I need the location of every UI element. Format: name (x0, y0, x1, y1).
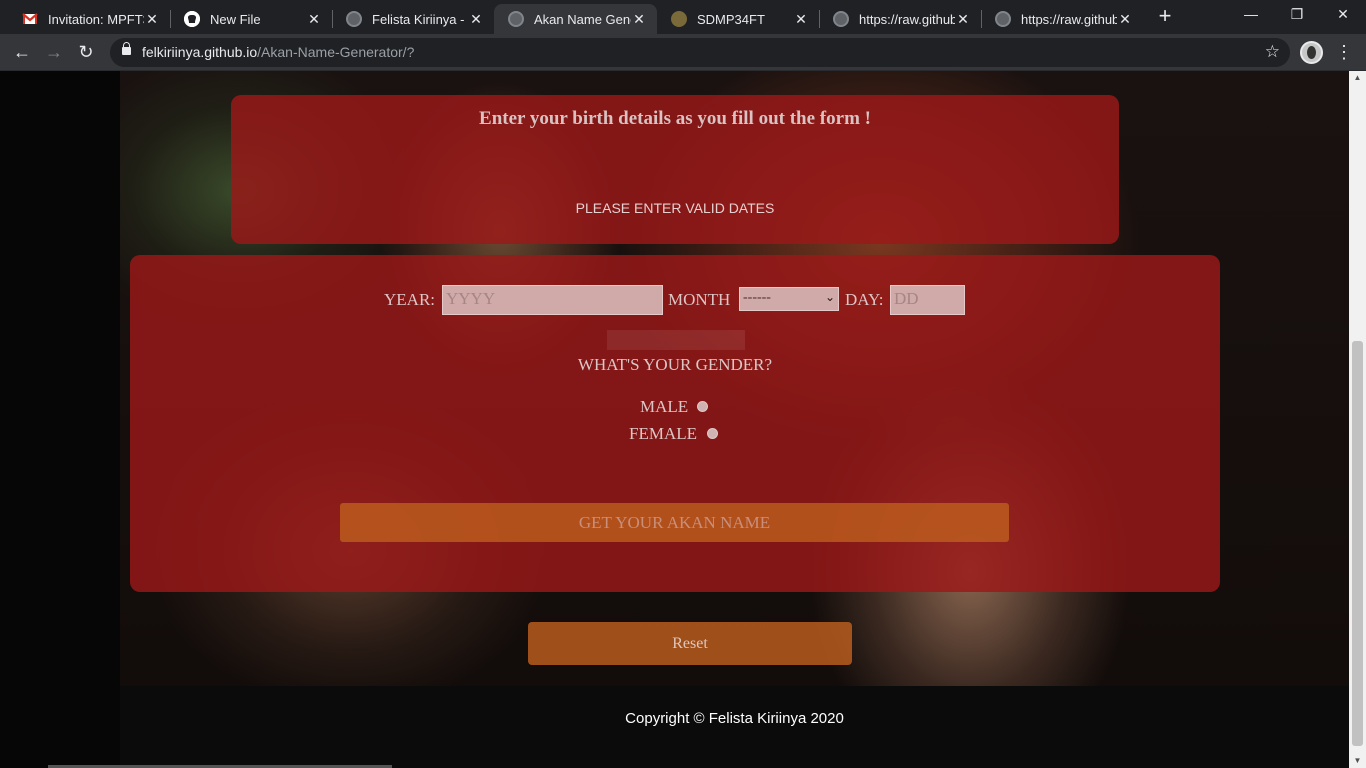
male-radio[interactable] (697, 401, 708, 412)
bookmark-star-icon[interactable]: ☆ (1265, 42, 1280, 62)
close-tab-icon[interactable]: ✕ (631, 11, 647, 28)
tab-title: Invitation: MPFT34 (48, 11, 144, 27)
site-icon (671, 11, 687, 27)
forward-icon[interactable]: → (42, 40, 66, 64)
page-viewport: Enter your birth details as you fill out… (0, 71, 1349, 768)
close-tab-icon[interactable]: ✕ (306, 11, 322, 28)
day-input[interactable]: DD (890, 285, 965, 315)
tab-github[interactable]: New File ✕ (170, 4, 332, 34)
back-icon[interactable]: ← (10, 40, 34, 64)
reload-icon[interactable]: ↻ (74, 40, 98, 64)
profile-avatar[interactable] (1300, 41, 1323, 64)
new-tab-icon[interactable]: + (1154, 5, 1176, 28)
url-text: felkiriinya.github.io/Akan-Name-Generato… (142, 44, 414, 60)
gmail-icon (22, 11, 38, 27)
month-label: MONTH (668, 290, 731, 309)
tab-strip: Invitation: MPFT34 ✕ New File ✕ Felista … (0, 0, 1366, 34)
tab-title: SDMP34FT (697, 11, 765, 27)
vertical-scrollbar[interactable]: ▲ ▼ (1349, 71, 1366, 768)
intro-heading: Enter your birth details as you fill out… (479, 108, 871, 129)
close-tab-icon[interactable]: ✕ (955, 11, 971, 28)
browser-toolbar: ← → ↻ felkiriinya.github.io/Akan-Name-Ge… (0, 34, 1366, 71)
scroll-up-arrow-icon[interactable]: ▲ (1349, 71, 1366, 85)
globe-icon (508, 11, 524, 27)
address-bar[interactable]: felkiriinya.github.io/Akan-Name-Generato… (110, 38, 1290, 67)
tab-akan-active[interactable]: Akan Name Gener ✕ (494, 4, 657, 34)
lock-icon (122, 42, 131, 55)
tab-sdmp[interactable]: SDMP34FT ✕ (657, 4, 819, 34)
tab-gmail[interactable]: Invitation: MPFT34 ✕ (8, 4, 170, 34)
menu-icon[interactable]: ⋮ (1335, 40, 1353, 64)
reset-button[interactable]: Reset (528, 622, 852, 665)
tab-felista[interactable]: Felista Kiriinya - M ✕ (332, 4, 494, 34)
restore-icon[interactable]: ❐ (1274, 0, 1320, 30)
year-label: YEAR: (384, 290, 435, 309)
scroll-down-arrow-icon[interactable]: ▼ (1349, 754, 1366, 768)
footer: Copyright © Felista Kiriinya 2020 (120, 686, 1349, 768)
female-radio[interactable] (707, 428, 718, 439)
tab-title: https://raw.github (1021, 11, 1117, 27)
get-akan-name-button[interactable]: GET YOUR AKAN NAME (340, 503, 1009, 542)
globe-icon (346, 11, 362, 27)
url-path: /Akan-Name-Generator/? (257, 44, 415, 60)
validation-message: PLEASE ENTER VALID DATES (575, 200, 775, 216)
hidden-submit-button[interactable] (607, 330, 745, 350)
male-label: MALE (640, 397, 689, 416)
month-select[interactable]: ------ ⌄ (739, 287, 839, 311)
copyright-text: Copyright © Felista Kiriinya 2020 (625, 710, 844, 727)
tab-raw-github-1[interactable]: https://raw.github ✕ (819, 4, 981, 34)
tab-title: Felista Kiriinya - M (372, 11, 468, 27)
tab-title: https://raw.github (859, 11, 955, 27)
scrollbar-thumb[interactable] (1352, 341, 1363, 746)
tab-raw-github-2[interactable]: https://raw.github ✕ (981, 4, 1143, 34)
close-tab-icon[interactable]: ✕ (793, 11, 809, 28)
year-input[interactable]: YYYY (442, 285, 663, 315)
globe-icon (833, 11, 849, 27)
female-label: FEMALE (629, 424, 697, 443)
close-window-icon[interactable]: ✕ (1320, 0, 1366, 30)
minimize-icon[interactable]: — (1228, 0, 1274, 30)
url-host: felkiriinya.github.io (142, 44, 258, 60)
chevron-down-icon: ⌄ (824, 290, 835, 304)
close-tab-icon[interactable]: ✕ (144, 11, 160, 28)
globe-icon (995, 11, 1011, 27)
day-label: DAY: (845, 290, 884, 309)
github-icon (184, 11, 200, 27)
close-tab-icon[interactable]: ✕ (1117, 11, 1133, 28)
gender-question: WHAT'S YOUR GENDER? (577, 355, 773, 374)
tab-title: New File (210, 11, 261, 27)
month-select-value: ------ (743, 290, 771, 305)
close-tab-icon[interactable]: ✕ (468, 11, 484, 28)
tab-title: Akan Name Gener (534, 11, 631, 27)
